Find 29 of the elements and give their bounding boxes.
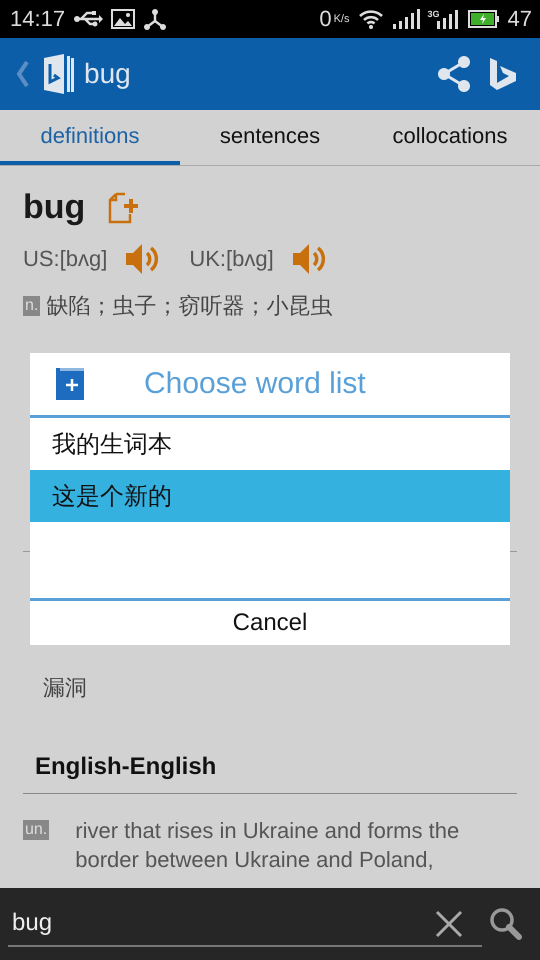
book-logo-icon [42, 52, 76, 96]
tab[interactable]: sentences [180, 110, 360, 165]
headword: bug [23, 188, 86, 227]
pronunciation: US:[bʌg] [23, 246, 108, 272]
search-field[interactable]: bug [8, 901, 482, 947]
section-heading: English-English [23, 753, 517, 794]
tripod-icon [143, 8, 168, 30]
pronunciation: UK:[bʌg] [189, 246, 274, 272]
app-title: bug [84, 58, 131, 90]
usb-icon [73, 10, 104, 28]
word-list-item[interactable]: 这是个新的 [30, 470, 510, 522]
speed-unit: K/s [334, 13, 350, 25]
image-icon [111, 9, 136, 29]
part-of-speech-tag: n. [23, 296, 40, 316]
tab[interactable]: collocations [360, 110, 540, 165]
dialog-title: Choose word list [144, 367, 366, 401]
battery-level: 47 [508, 6, 532, 32]
definition-text: river that rises in Ukraine and forms the border between Ukraine and Poland, [75, 817, 460, 874]
translation-text: 漏洞 [43, 674, 88, 702]
part-of-speech-tag: un. [23, 820, 50, 840]
network-type: 3G [428, 9, 440, 19]
battery-icon [468, 10, 500, 28]
wifi-icon [358, 9, 384, 29]
signal-icon [392, 9, 420, 29]
definition-text: 缺陷；虫子；窃听器；小昆虫 [46, 292, 332, 320]
tab[interactable]: definitions [0, 110, 180, 165]
clock: 14:17 [10, 6, 66, 32]
add-to-list-icon [56, 368, 84, 400]
data-speed: 0 [319, 6, 332, 32]
